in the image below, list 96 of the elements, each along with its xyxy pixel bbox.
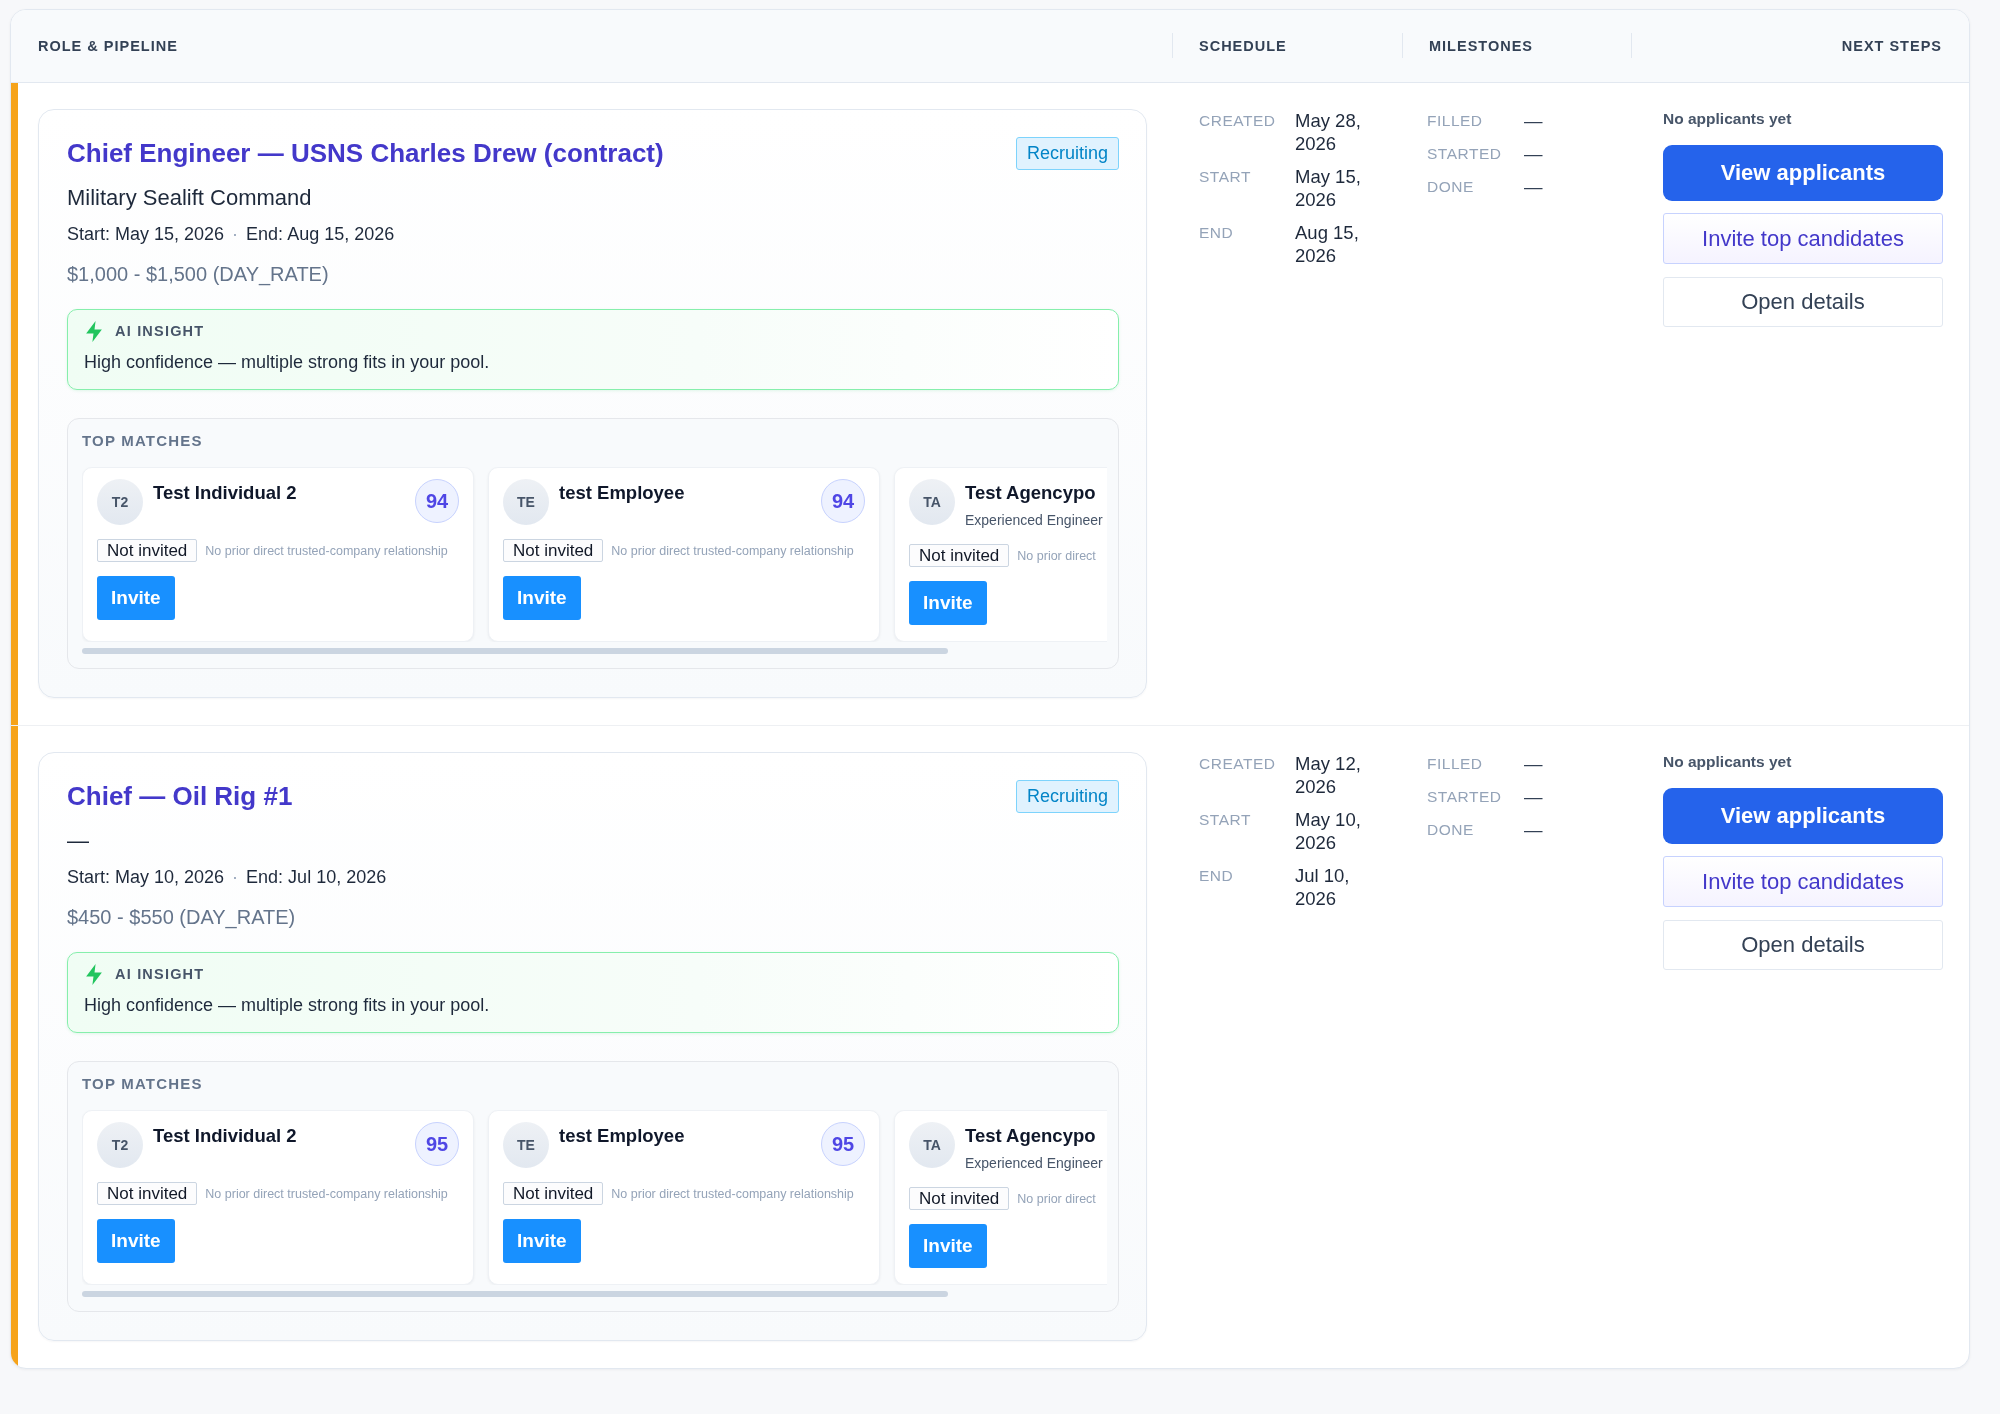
insight-label: AI INSIGHT <box>115 966 205 982</box>
candidate-name: test Employee <box>559 1124 686 1148</box>
lightning-icon <box>86 963 102 985</box>
avatar-initials: T2 <box>97 1122 143 1168</box>
avatar-initials: TE <box>503 1122 549 1168</box>
date-value: May 10, 2026 <box>1295 808 1362 854</box>
relationship-note: No prior direct trusted-company relationship <box>611 1186 854 1201</box>
invite-button[interactable]: Invite <box>503 576 581 620</box>
column-header: ROLE & PIPELINE <box>38 38 178 54</box>
candidate-name: Test Individual 2 <box>153 1124 298 1148</box>
column-header: SCHEDULE <box>1199 38 1287 54</box>
milestone-label: DONE <box>1427 820 1475 840</box>
action-button[interactable]: Invite top candidates <box>1663 213 1943 264</box>
milestone-value: — <box>1524 818 1544 841</box>
invite-button[interactable]: Invite <box>97 576 175 620</box>
milestone-value: — <box>1524 785 1544 808</box>
avatar-initials: TA <box>909 479 955 525</box>
relationship-note: No prior direct <box>1017 548 1096 563</box>
date-label: END <box>1199 223 1235 243</box>
status-badge: Recruiting <box>1015 779 1119 813</box>
score-badge: 95 <box>415 1122 459 1166</box>
invite-button[interactable]: Invite <box>503 1219 581 1263</box>
insight-text: High confidence — multiple strong fits in your pool. <box>84 994 491 1017</box>
invite-status-tag: Not invited <box>503 1182 604 1205</box>
start-date: Start: May 15, 2026 <box>67 223 225 246</box>
invite-status-tag: Not invited <box>97 1182 198 1205</box>
invite-button[interactable]: Invite <box>909 1224 987 1268</box>
milestone-label: FILLED <box>1427 754 1484 774</box>
milestone-label: FILLED <box>1427 111 1484 131</box>
invite-status-tag: Not invited <box>909 544 1010 567</box>
avatar-initials: TE <box>503 479 549 525</box>
action-button[interactable]: Open details <box>1663 277 1943 327</box>
relationship-note: No prior direct trusted-company relationship <box>611 543 854 558</box>
milestone-value: — <box>1524 109 1544 132</box>
action-button[interactable]: Invite top candidates <box>1663 856 1943 907</box>
date-label: CREATED <box>1199 754 1277 774</box>
invite-status-tag: Not invited <box>909 1187 1010 1210</box>
insight-label: AI INSIGHT <box>115 323 205 339</box>
candidate-headline: Experienced Engineer <box>965 511 1104 530</box>
section-label: TOP MATCHES <box>82 432 204 450</box>
applicants-note: No applicants yet <box>1663 109 1793 129</box>
avatar-initials: T2 <box>97 479 143 525</box>
end-date: End: Aug 15, 2026 <box>246 223 395 246</box>
column-header: MILESTONES <box>1429 38 1533 54</box>
status-badge: Recruiting <box>1015 136 1119 170</box>
role-title-link[interactable]: Chief — Oil Rig #1 <box>67 780 293 812</box>
score-badge: 94 <box>821 479 865 523</box>
avatar-initials: TA <box>909 1122 955 1168</box>
date-value: May 15, 2026 <box>1295 165 1362 211</box>
relationship-note: No prior direct trusted-company relationship <box>205 1186 448 1201</box>
candidate-name: Test Agencypo <box>965 481 1097 505</box>
score-badge: 94 <box>415 479 459 523</box>
date-value: Jul 10, 2026 <box>1295 864 1351 910</box>
insight-text: High confidence — multiple strong fits in your pool. <box>84 351 491 374</box>
invite-button[interactable]: Invite <box>97 1219 175 1263</box>
milestone-label: STARTED <box>1427 787 1503 807</box>
date-label: END <box>1199 866 1235 886</box>
action-button[interactable]: View applicants <box>1663 145 1943 201</box>
score-badge: 95 <box>821 1122 865 1166</box>
company-name: Military Sealift Command <box>67 184 313 212</box>
milestone-value: — <box>1524 175 1544 198</box>
candidate-name: Test Agencypo <box>965 1124 1097 1148</box>
invite-status-tag: Not invited <box>503 539 604 562</box>
relationship-note: No prior direct <box>1017 1191 1096 1206</box>
date-label: START <box>1199 167 1252 187</box>
candidate-name: Test Individual 2 <box>153 481 298 505</box>
date-value: May 28, 2026 <box>1295 109 1362 155</box>
pay-rate: $450 - $550 (DAY_RATE) <box>67 905 297 930</box>
milestone-value: — <box>1524 142 1544 165</box>
date-label: CREATED <box>1199 111 1277 131</box>
separator-dot: · <box>232 866 239 889</box>
milestone-label: STARTED <box>1427 144 1503 164</box>
end-date: End: Jul 10, 2026 <box>246 866 387 889</box>
separator-dot: · <box>232 223 239 246</box>
start-date: Start: May 10, 2026 <box>67 866 225 889</box>
date-label: START <box>1199 810 1252 830</box>
invite-status-tag: Not invited <box>97 539 198 562</box>
action-button[interactable]: View applicants <box>1663 788 1943 844</box>
invite-button[interactable]: Invite <box>909 581 987 625</box>
candidate-headline: Experienced Engineer <box>965 1154 1104 1173</box>
role-title-link[interactable]: Chief Engineer — USNS Charles Drew (contract) <box>67 137 664 169</box>
lightning-icon <box>86 320 102 342</box>
date-value: May 12, 2026 <box>1295 752 1362 798</box>
action-button[interactable]: Open details <box>1663 920 1943 970</box>
relationship-note: No prior direct trusted-company relationship <box>205 543 448 558</box>
candidate-name: test Employee <box>559 481 686 505</box>
scrollbar-thumb[interactable] <box>82 1291 948 1297</box>
scrollbar-thumb[interactable] <box>82 648 948 654</box>
section-label: TOP MATCHES <box>82 1075 204 1093</box>
date-value: Aug 15, 2026 <box>1295 221 1360 267</box>
column-header: NEXT STEPS <box>1841 38 1942 54</box>
applicants-note: No applicants yet <box>1663 752 1793 772</box>
milestone-label: DONE <box>1427 177 1475 197</box>
pay-rate: $1,000 - $1,500 (DAY_RATE) <box>67 262 330 287</box>
company-name: — <box>67 827 90 855</box>
milestone-value: — <box>1524 752 1544 775</box>
